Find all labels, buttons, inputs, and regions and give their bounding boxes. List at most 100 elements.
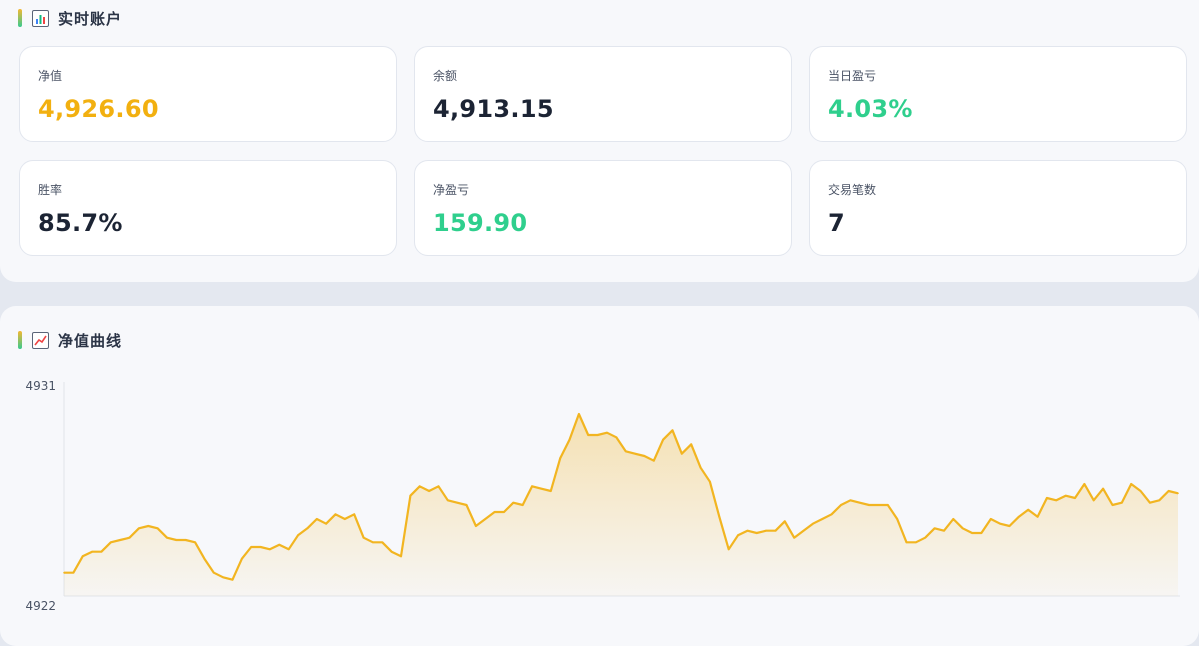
equity-point <box>653 459 655 462</box>
equity-point <box>269 548 271 551</box>
equity-point <box>175 539 178 541</box>
equity-point <box>100 550 103 553</box>
equity-point <box>418 485 421 488</box>
equity-point <box>1064 494 1067 497</box>
equity-point <box>81 555 84 558</box>
equity-point <box>643 455 646 457</box>
stat-label: 胜率 <box>38 183 63 197</box>
equity-point <box>784 520 786 523</box>
equity-point <box>606 431 608 434</box>
equity-point <box>755 532 758 534</box>
equity-point <box>681 452 683 455</box>
equity-point <box>334 513 337 516</box>
equity-point <box>475 525 477 527</box>
equity-point <box>662 438 664 441</box>
equity-point <box>915 541 917 544</box>
equity-point <box>737 534 739 537</box>
equity-point <box>615 436 618 439</box>
equity-point <box>718 515 721 518</box>
stat-value: 159.90 <box>433 209 528 237</box>
equity-point <box>484 518 487 520</box>
equity-point <box>830 513 833 516</box>
stat-card-daily-pnl: 当日盈亏 4.03% <box>809 46 1187 142</box>
equity-point <box>896 518 898 520</box>
stat-label: 净值 <box>38 69 63 83</box>
equity-point <box>1130 483 1132 485</box>
equity-point <box>1167 490 1170 492</box>
equity-point <box>531 485 533 488</box>
equity-point <box>428 490 430 492</box>
equity-point <box>372 541 374 544</box>
equity-point <box>213 571 215 574</box>
stat-value: 4.03% <box>828 95 913 123</box>
equity-point <box>933 527 936 530</box>
equity-point <box>559 457 561 460</box>
equity-point <box>840 504 842 506</box>
equity-point <box>297 534 299 537</box>
equity-point <box>568 438 571 441</box>
equity-point <box>1036 515 1039 518</box>
equity-point <box>858 501 861 504</box>
equity-point <box>1027 508 1029 511</box>
stat-card-equity: 净值 4,926.60 <box>19 46 397 142</box>
equity-point <box>409 494 412 497</box>
equity-point <box>194 541 196 544</box>
equity-point <box>1139 490 1142 492</box>
equity-point <box>793 536 795 539</box>
stat-card-win-rate: 胜率 85.7% <box>19 160 397 256</box>
equity-point <box>400 555 402 558</box>
stat-card-balance: 余额 4,913.15 <box>414 46 792 142</box>
equity-point <box>821 518 824 520</box>
equity-point <box>231 578 234 581</box>
equity-point <box>72 571 75 574</box>
equity-point <box>325 522 327 525</box>
equity-point <box>709 480 711 483</box>
stat-value: 85.7% <box>38 209 123 237</box>
equity-point <box>1055 499 1058 502</box>
equity-point <box>1092 499 1095 502</box>
stat-card-trade-count: 交易笔数 7 <box>809 160 1187 256</box>
equity-point <box>521 504 524 506</box>
equity-point <box>278 543 281 546</box>
equity-point <box>961 527 964 530</box>
stat-label: 交易笔数 <box>828 183 877 197</box>
stat-card-net-pnl: 净盈亏 159.90 <box>414 160 792 256</box>
equity-point <box>1111 504 1114 506</box>
equity-point <box>362 536 365 539</box>
stat-value: 4,926.60 <box>38 95 159 123</box>
equity-point <box>774 529 777 532</box>
equity-point <box>746 529 749 532</box>
equity-point <box>812 522 814 525</box>
equity-point <box>802 529 805 532</box>
equity-point <box>138 527 140 530</box>
equity-point <box>587 434 589 436</box>
equity-point <box>550 490 552 492</box>
equity-point <box>980 532 983 534</box>
section-title: 实时账户 <box>58 9 123 28</box>
equity-point <box>1083 483 1086 485</box>
equity-point <box>578 413 580 415</box>
equity-point <box>147 525 150 527</box>
equity-point <box>306 527 309 530</box>
equity-point <box>999 522 1001 525</box>
equity-point <box>128 536 131 539</box>
equity-point <box>699 466 702 469</box>
equity-point <box>63 571 65 574</box>
equity-point <box>465 504 468 506</box>
equity-point <box>540 487 543 490</box>
equity-point <box>1046 497 1048 499</box>
equity-point <box>353 513 356 516</box>
equity-point <box>624 450 627 453</box>
equity-point <box>690 443 692 446</box>
equity-point <box>887 504 889 506</box>
equity-point <box>877 504 880 506</box>
equity-point <box>634 452 636 455</box>
equity-point <box>868 504 870 506</box>
equity-point <box>671 429 674 432</box>
equity-point <box>596 434 599 436</box>
equity-point <box>241 557 243 560</box>
equity-point <box>91 550 93 553</box>
equity-point <box>250 546 252 548</box>
bar-chart-icon <box>32 9 49 27</box>
account-panel: 实时账户 净值 4,926.60 余额 4,913.15 当日盈亏 4.03% … <box>0 0 1199 282</box>
